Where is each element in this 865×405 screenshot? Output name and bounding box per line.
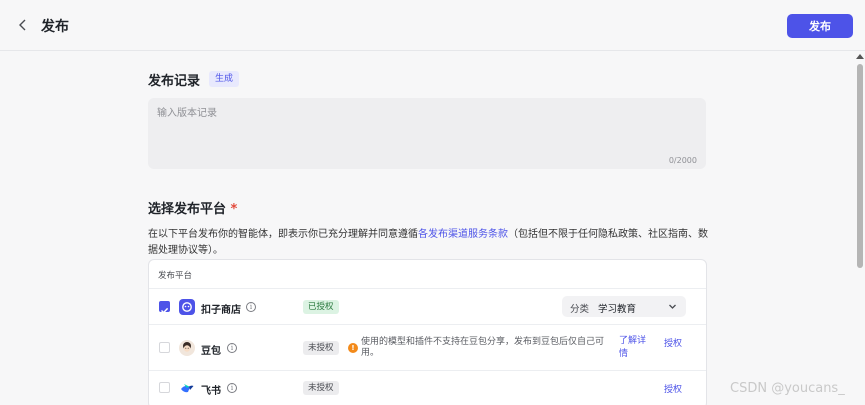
warning-text: 使用的模型和插件不支持在豆包分享，发布到豆包后仅自己可用。 bbox=[361, 337, 605, 358]
platform-row-coze-store: 扣子商店 i 已授权 分类 学习教育 bbox=[149, 288, 706, 324]
platform-section-title-text: 选择发布平台 bbox=[148, 202, 227, 217]
chevron-left-icon bbox=[19, 19, 26, 31]
publish-button[interactable]: 发布 bbox=[787, 14, 853, 38]
back-button[interactable] bbox=[14, 16, 32, 34]
terms-text-prefix: 在以下平台发布你的智能体，即表示你已充分理解并同意遵循 bbox=[148, 229, 418, 240]
platform-row-feishu: 飞书 i 未授权 授权 bbox=[149, 370, 706, 405]
record-input-box: 0/2000 bbox=[148, 98, 706, 169]
info-icon[interactable]: i bbox=[227, 383, 237, 393]
check-icon bbox=[160, 307, 169, 314]
record-input[interactable] bbox=[148, 98, 706, 169]
status-badge: 未授权 bbox=[303, 341, 339, 355]
scroll-up-arrow-icon[interactable] bbox=[856, 54, 864, 59]
checkbox-doubao[interactable] bbox=[159, 342, 170, 353]
generate-button[interactable]: 生成 bbox=[209, 71, 240, 87]
page-title: 发布 bbox=[41, 19, 69, 35]
scroll-thumb[interactable] bbox=[857, 64, 863, 268]
terms-description: 在以下平台发布你的智能体，即表示你已充分理解并同意遵循各发布渠道服务条款（包括但… bbox=[148, 227, 716, 259]
top-bar: 发布 发布 bbox=[0, 0, 865, 51]
checkbox-feishu[interactable] bbox=[159, 382, 170, 393]
learn-more-link[interactable]: 了解详情 bbox=[619, 335, 649, 361]
chevron-down-icon bbox=[669, 304, 676, 309]
doubao-logo-icon bbox=[179, 340, 195, 356]
status-badge: 已授权 bbox=[303, 300, 339, 314]
platform-table: 发布平台 扣子商店 i 已授权 分类 学习教育 豆包 i 未授权 ! 使用的模型… bbox=[148, 259, 707, 405]
info-icon[interactable]: i bbox=[246, 302, 256, 312]
status-badge: 未授权 bbox=[303, 381, 339, 395]
checkbox-coze-store[interactable] bbox=[159, 301, 170, 314]
category-label: 分类 bbox=[570, 304, 590, 315]
platform-row-doubao: 豆包 i 未授权 ! 使用的模型和插件不支持在豆包分享，发布到豆包后仅自己可用。… bbox=[149, 324, 706, 370]
platform-name: 飞书 bbox=[201, 386, 221, 397]
coze-store-logo-icon bbox=[179, 299, 195, 315]
column-header: 发布平台 bbox=[158, 271, 193, 281]
scrollbar[interactable] bbox=[855, 52, 865, 405]
feishu-logo-icon bbox=[179, 380, 195, 396]
watermark: CSDN @youcans_ bbox=[730, 381, 845, 396]
info-icon[interactable]: i bbox=[227, 343, 237, 353]
authorize-link-feishu[interactable]: 授权 bbox=[664, 382, 682, 395]
required-mark: * bbox=[230, 202, 238, 217]
authorize-link-doubao[interactable]: 授权 bbox=[664, 336, 682, 349]
platform-section-title: 选择发布平台 * bbox=[148, 198, 237, 217]
warning-icon: ! bbox=[348, 343, 358, 353]
category-value: 学习教育 bbox=[598, 304, 637, 315]
terms-link[interactable]: 各发布渠道服务条款 bbox=[418, 229, 508, 240]
record-section-title: 发布记录 bbox=[148, 74, 201, 89]
platform-name: 豆包 bbox=[201, 346, 221, 357]
category-select[interactable]: 分类 学习教育 bbox=[562, 296, 686, 317]
platform-name: 扣子商店 bbox=[201, 305, 241, 316]
char-counter: 0/2000 bbox=[668, 156, 697, 165]
